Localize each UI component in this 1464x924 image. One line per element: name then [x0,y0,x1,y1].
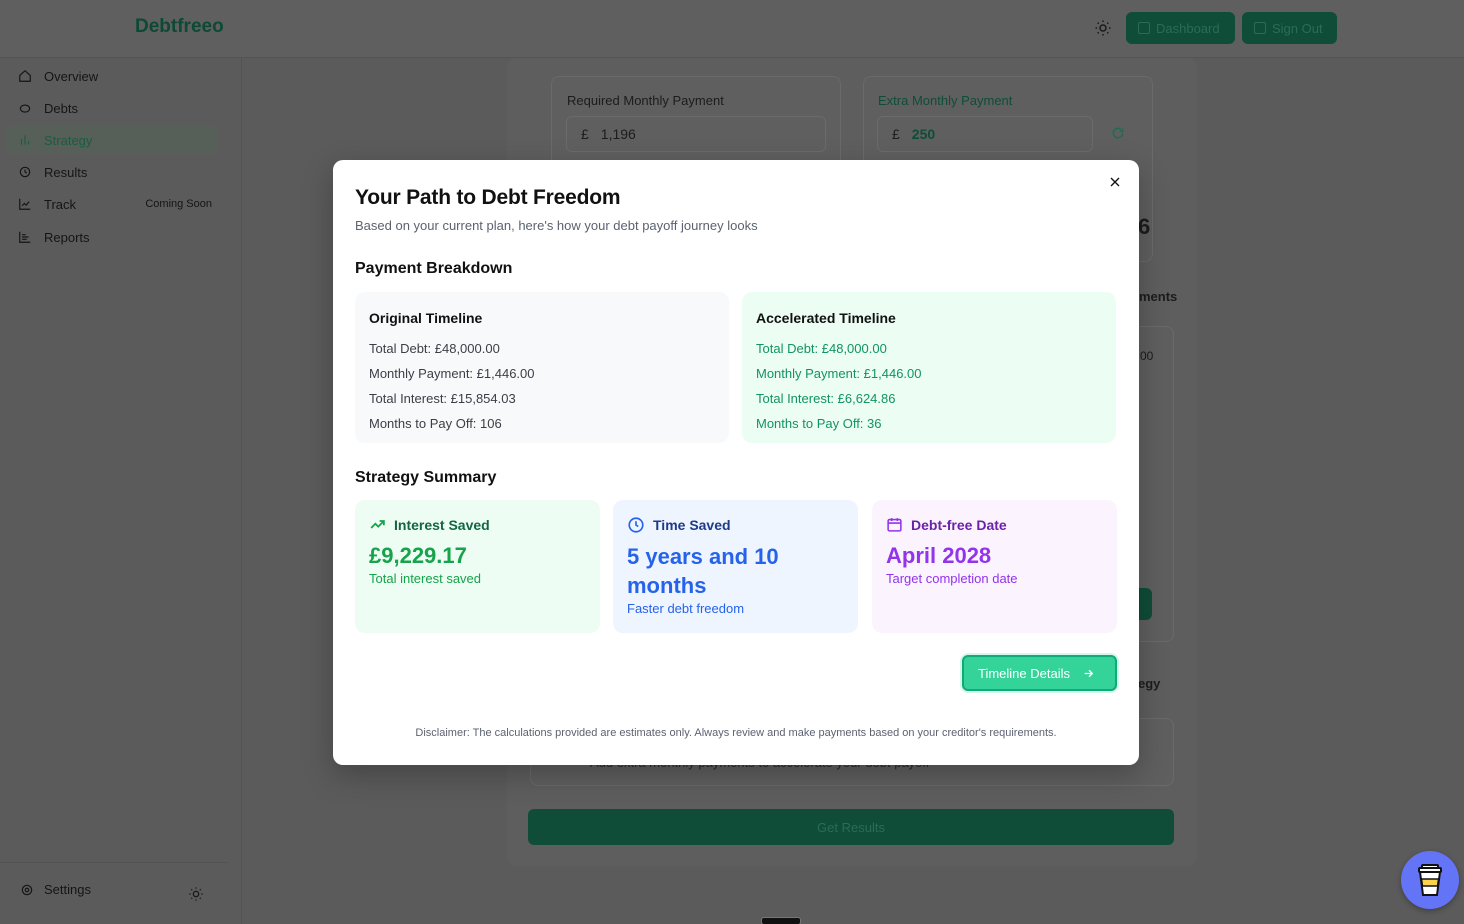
get-results-button[interactable]: Get Results [528,809,1174,845]
original-total-interest: Total Interest: £15,854.03 [369,391,516,406]
sidebar-item-label: Strategy [44,132,93,148]
arrow-right-icon [1084,669,1094,677]
original-timeline-title: Original Timeline [369,310,483,326]
clock-icon [628,517,644,533]
top-bar: Debtfreeo Dashboard Sign Out [0,0,1464,58]
debt-free-date-caption: Target completion date [886,571,1018,586]
bar-chart-icon [20,135,30,145]
home-icon [19,69,31,82]
interest-saved-caption: Total interest saved [369,571,482,586]
line-chart-icon [19,198,31,210]
logout-icon [1254,22,1266,34]
original-months: Months to Pay Off: 106 [369,416,502,431]
debt-free-date-card: Debt-free Date April 2028 Target complet… [872,500,1117,633]
coming-soon-badge: Coming Soon [145,198,212,210]
strategy-summary-title: Strategy Summary [355,469,497,486]
modal-title: Your Path to Debt Freedom [355,186,621,209]
bg-fragment: 00 [1140,349,1154,363]
coffee-cup-icon [1418,864,1442,896]
original-monthly-payment: Monthly Payment: £1,446.00 [369,366,535,381]
sidebar-item-debts[interactable]: Debts [6,94,218,122]
accelerated-timeline-title: Accelerated Timeline [756,310,896,326]
required-payment-value: 1,196 [600,126,636,142]
timeline-details-button[interactable]: Timeline Details [962,655,1117,691]
dashboard-label: Dashboard [1156,20,1220,36]
time-saved-value: 5 years and 10 months [627,544,779,598]
currency-symbol: £ [892,126,900,142]
bg-fragment: ments [1139,289,1178,304]
accelerated-timeline-card: Accelerated Timeline Total Debt: £48,000… [742,292,1116,443]
close-icon[interactable] [1107,174,1123,190]
extra-payment-label: Extra Monthly Payment [878,93,1013,108]
sidebar-item-reports[interactable]: Reports [6,223,218,251]
brand-logo[interactable]: Debtfreeo [135,16,224,38]
accelerated-months: Months to Pay Off: 36 [756,416,882,431]
grid-icon [1138,22,1150,34]
dashboard-button[interactable]: Dashboard [1126,12,1235,44]
sign-out-button[interactable]: Sign Out [1242,12,1337,44]
sidebar-divider [0,862,228,863]
debt-free-date-value: April 2028 [886,543,992,568]
required-payment-input[interactable]: £ 1,196 [566,116,826,152]
accelerated-monthly-payment: Monthly Payment: £1,446.00 [756,366,922,381]
theme-toggle-icon[interactable] [1094,19,1112,37]
sidebar-item-strategy[interactable]: Strategy [6,126,218,154]
timeline-details-label: Timeline Details [978,665,1070,681]
trending-up-icon [370,520,385,529]
settings-button[interactable]: Settings [20,882,91,897]
debt-freedom-modal: Your Path to Debt Freedom Based on your … [333,160,1139,765]
history-icon [19,166,31,178]
calendar-icon [887,518,902,532]
time-saved-label: Time Saved [653,517,731,533]
sidebar-item-results[interactable]: Results [6,158,218,186]
payment-breakdown-title: Payment Breakdown [355,260,513,277]
time-saved-caption: Faster debt freedom [627,601,745,616]
reset-icon[interactable] [1111,126,1125,140]
bg-fragment: egy [1138,676,1161,691]
interest-saved-card: Interest Saved £9,229.17 Total interest … [355,500,600,633]
original-timeline-card: Original Timeline Total Debt: £48,000.00… [355,292,729,443]
sidebar: Overview Debts Strategy Results Track Co… [0,58,242,924]
original-total-debt: Total Debt: £48,000.00 [369,341,500,356]
required-payment-label: Required Monthly Payment [567,93,724,108]
time-saved-card: Time Saved 5 years and 10 months Faster … [613,500,858,633]
report-icon [19,231,31,243]
sidebar-item-label: Debts [44,100,78,116]
sidebar-item-overview[interactable]: Overview [6,62,218,90]
accelerated-total-interest: Total Interest: £6,624.86 [756,391,896,406]
accelerated-total-debt: Total Debt: £48,000.00 [756,341,887,356]
gear-icon [21,884,33,895]
debt-free-date-label: Debt-free Date [911,516,1007,533]
sidebar-item-label: Overview [44,68,99,84]
extra-payment-value: 250 [911,126,936,142]
settings-label: Settings [44,882,91,897]
interest-saved-value: £9,229.17 [369,543,467,568]
piggy-bank-icon [19,104,31,113]
theme-toggle-icon[interactable] [188,886,204,902]
sidebar-item-label: Results [44,164,88,180]
interest-saved-label: Interest Saved [394,516,490,533]
sidebar-item-label: Reports [44,229,90,245]
sign-out-label: Sign Out [1272,20,1323,36]
disclaimer: Disclaimer: The calculations provided ar… [415,727,1057,739]
bg-fragment: 6 [1138,214,1151,239]
sidebar-item-track[interactable]: Track Coming Soon [6,190,218,218]
currency-symbol: £ [581,126,589,142]
extra-payment-input[interactable]: £ 250 [877,116,1093,152]
scroll-handle [761,917,801,924]
sidebar-item-label: Track [44,196,77,212]
buy-me-a-coffee-button[interactable] [1401,851,1459,909]
modal-subtitle: Based on your current plan, here's how y… [355,218,758,233]
